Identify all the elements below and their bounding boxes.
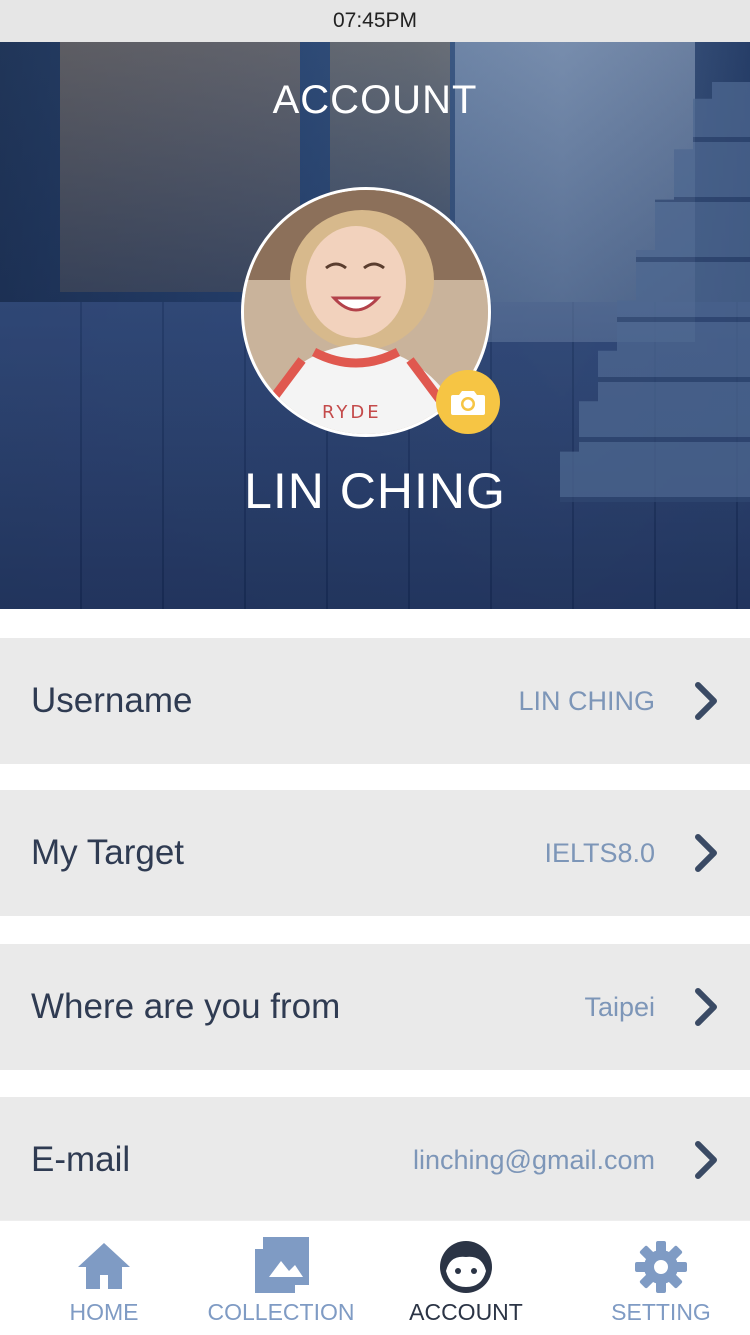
chevron-right-icon (692, 833, 720, 873)
face-icon (440, 1241, 492, 1293)
row-label: My Target (31, 833, 185, 872)
row-value: IELTS8.0 (544, 837, 655, 868)
page-title: ACCOUNT (272, 78, 478, 122)
row-label: Username (31, 681, 193, 720)
row-value: Taipei (584, 991, 655, 1022)
tab-label: COLLECTION (207, 1299, 355, 1325)
tab-label: ACCOUNT (409, 1299, 523, 1325)
chevron-right-icon (692, 987, 720, 1027)
row-value: LIN CHING (518, 685, 655, 716)
tab-collection[interactable]: COLLECTION (200, 1221, 362, 1335)
camera-icon (451, 391, 485, 415)
tab-label: HOME (69, 1299, 139, 1325)
tab-account[interactable]: ACCOUNT (390, 1221, 542, 1335)
row-my-target[interactable]: My Target IELTS8.0 (0, 790, 750, 916)
row-email[interactable]: E-mail linching@gmail.com (0, 1097, 750, 1223)
status-time: 07:45PM (332, 9, 418, 32)
row-label: E-mail (31, 1140, 131, 1179)
change-photo-button[interactable] (436, 370, 500, 434)
row-label: Where are you from (31, 987, 341, 1026)
profile-header: ACCOUNT RYDE LIN CHING (0, 42, 750, 609)
row-value: linching@gmail.com (413, 1144, 655, 1175)
chevron-right-icon (692, 681, 720, 721)
profile-name: LIN CHING (244, 463, 506, 519)
tab-label: SETTING (611, 1299, 711, 1325)
row-username[interactable]: Username LIN CHING (0, 638, 750, 764)
chevron-right-icon (692, 1140, 720, 1180)
svg-text:RYDE: RYDE (322, 402, 382, 423)
status-bar: 07:45PM (0, 0, 750, 42)
home-icon (78, 1243, 130, 1289)
bottom-tab-bar: HOME COLLECTION ACCOUNT SETTING (0, 1220, 750, 1335)
gear-icon (635, 1241, 687, 1293)
row-where-from[interactable]: Where are you from Taipei (0, 944, 750, 1070)
tab-home[interactable]: HOME (30, 1221, 178, 1335)
tab-setting[interactable]: SETTING (590, 1221, 732, 1335)
gallery-icon (255, 1237, 309, 1293)
